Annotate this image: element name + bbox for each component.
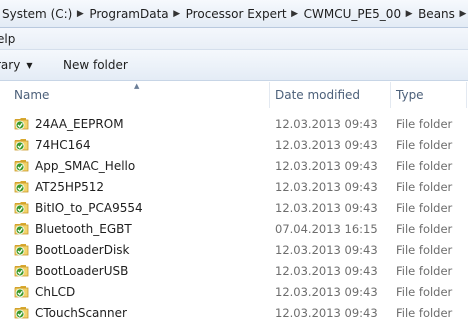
- file-date: 12.03.2013 09:43: [275, 138, 378, 152]
- file-name: BootLoaderDisk: [35, 243, 130, 257]
- column-type[interactable]: Type: [396, 88, 424, 102]
- column-divider[interactable]: [390, 82, 391, 108]
- new-folder-button[interactable]: New folder: [63, 58, 128, 72]
- file-date: 12.03.2013 09:43: [275, 159, 378, 173]
- synced-folder-icon: [14, 202, 29, 214]
- file-row[interactable]: BootLoaderDisk 12.03.2013 09:43 File fol…: [0, 239, 468, 260]
- breadcrumb-cwmcu-pe5-00[interactable]: CWMCU_PE5_00: [300, 7, 404, 21]
- file-name: 74HC164: [35, 138, 91, 152]
- file-row[interactable]: App_SMAC_Hello 12.03.2013 09:43 File fol…: [0, 155, 468, 176]
- file-date: 12.03.2013 09:43: [275, 264, 378, 278]
- synced-folder-icon: [14, 223, 29, 235]
- menu-bar: elp: [0, 28, 468, 50]
- file-date: 12.03.2013 09:43: [275, 117, 378, 131]
- file-name: Bluetooth_EGBT: [35, 222, 132, 236]
- file-row[interactable]: Bluetooth_EGBT 07.04.2013 16:15 File fol…: [0, 218, 468, 239]
- address-bar[interactable]: System (C:) ▶ ProgramData ▶ Processor Ex…: [0, 0, 468, 28]
- file-date: 12.03.2013 09:43: [275, 243, 378, 257]
- file-row[interactable]: 74HC164 12.03.2013 09:43 File folder: [0, 134, 468, 155]
- file-row[interactable]: AT25HP512 12.03.2013 09:43 File folder: [0, 176, 468, 197]
- include-in-library-label: rary: [0, 58, 21, 72]
- file-date: 12.03.2013 09:43: [275, 285, 378, 299]
- file-name: AT25HP512: [35, 180, 105, 194]
- breadcrumb-processor-expert[interactable]: Processor Expert: [182, 7, 290, 21]
- chevron-right-icon[interactable]: ▶: [290, 9, 300, 19]
- synced-folder-icon: [14, 118, 29, 130]
- command-bar: rary ▼ New folder: [0, 50, 468, 81]
- chevron-right-icon[interactable]: ▶: [172, 9, 182, 19]
- synced-folder-icon: [14, 286, 29, 298]
- menu-help[interactable]: elp: [0, 32, 15, 46]
- synced-folder-icon: [14, 265, 29, 277]
- chevron-right-icon[interactable]: ▶: [404, 9, 414, 19]
- file-name: 24AA_EEPROM: [35, 117, 124, 131]
- column-divider[interactable]: [466, 82, 467, 108]
- file-type: File folder: [396, 285, 453, 299]
- file-name: BitIO_to_PCA9554: [35, 201, 143, 215]
- file-row[interactable]: BitIO_to_PCA9554 12.03.2013 09:43 File f…: [0, 197, 468, 218]
- file-type: File folder: [396, 159, 453, 173]
- file-name: CTouchScanner: [35, 306, 127, 320]
- breadcrumb: System (C:) ▶ ProgramData ▶ Processor Ex…: [0, 4, 468, 24]
- chevron-right-icon[interactable]: ▶: [458, 9, 468, 19]
- column-date-modified[interactable]: Date modified: [275, 88, 360, 102]
- file-type: File folder: [396, 201, 453, 215]
- file-list: 24AA_EEPROM 12.03.2013 09:43 File folder…: [0, 113, 468, 323]
- file-type: File folder: [396, 222, 453, 236]
- caret-down-icon: ▼: [26, 61, 33, 70]
- column-name[interactable]: Name: [14, 88, 49, 102]
- file-type: File folder: [396, 243, 453, 257]
- synced-folder-icon: [14, 244, 29, 256]
- file-name: App_SMAC_Hello: [35, 159, 136, 173]
- breadcrumb-programdata[interactable]: ProgramData: [85, 7, 171, 21]
- file-row[interactable]: ChLCD 12.03.2013 09:43 File folder: [0, 281, 468, 302]
- file-row[interactable]: BootLoaderUSB 12.03.2013 09:43 File fold…: [0, 260, 468, 281]
- file-type: File folder: [396, 306, 453, 320]
- synced-folder-icon: [14, 160, 29, 172]
- column-header: ▲ Name Date modified Type: [0, 82, 468, 108]
- file-row[interactable]: 24AA_EEPROM 12.03.2013 09:43 File folder: [0, 113, 468, 134]
- include-in-library-button[interactable]: rary ▼: [0, 58, 32, 72]
- file-name: ChLCD: [35, 285, 76, 299]
- breadcrumb-beans[interactable]: Beans: [414, 7, 458, 21]
- file-type: File folder: [396, 180, 453, 194]
- file-type: File folder: [396, 138, 453, 152]
- synced-folder-icon: [14, 307, 29, 319]
- file-type: File folder: [396, 264, 453, 278]
- file-name: BootLoaderUSB: [35, 264, 129, 278]
- file-row[interactable]: CTouchScanner 12.03.2013 09:43 File fold…: [0, 302, 468, 323]
- file-type: File folder: [396, 117, 453, 131]
- file-date: 12.03.2013 09:43: [275, 180, 378, 194]
- synced-folder-icon: [14, 181, 29, 193]
- file-date: 07.04.2013 16:15: [275, 222, 378, 236]
- column-divider[interactable]: [269, 82, 270, 108]
- file-date: 12.03.2013 09:43: [275, 201, 378, 215]
- file-date: 12.03.2013 09:43: [275, 306, 378, 320]
- sort-ascending-icon: ▲: [134, 82, 140, 90]
- chevron-right-icon[interactable]: ▶: [75, 9, 85, 19]
- breadcrumb-system-c[interactable]: System (C:): [0, 7, 75, 21]
- synced-folder-icon: [14, 139, 29, 151]
